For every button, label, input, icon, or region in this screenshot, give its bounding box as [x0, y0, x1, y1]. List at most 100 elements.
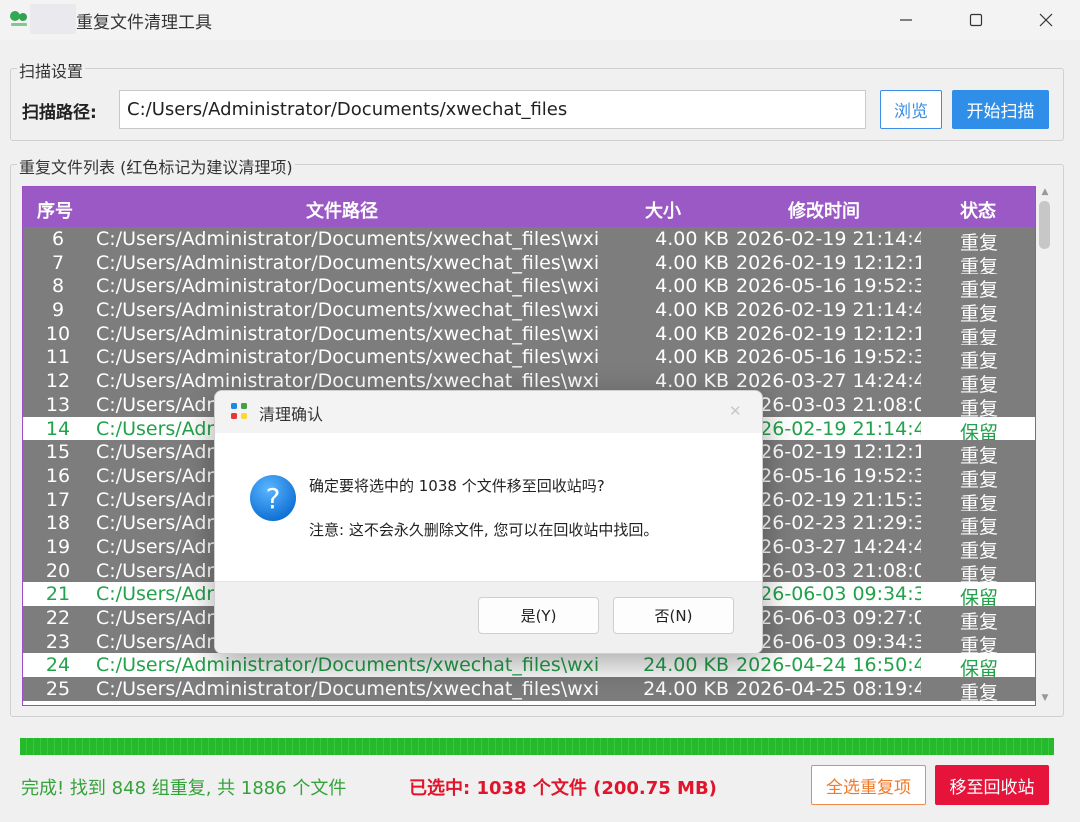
- row-path: C:/Users/Administrator/Documents/xwechat…: [96, 251, 600, 274]
- row-status: 重复: [959, 397, 998, 417]
- row-modified-time: 2026-04-25 08:19:41: [736, 678, 921, 701]
- minimize-button[interactable]: [871, 0, 941, 40]
- row-modified-time: 2026-02-19 21:14:48: [736, 228, 921, 250]
- row-index: 21: [45, 583, 71, 606]
- row-index: 20: [45, 559, 71, 582]
- row-index: 13: [45, 393, 71, 416]
- app-logo-icon: [10, 11, 27, 26]
- scan-path-input[interactable]: [119, 90, 866, 129]
- row-index: 16: [45, 464, 71, 487]
- row-status: 重复: [959, 682, 998, 701]
- row-modified-time: 2026-02-19 12:12:15: [736, 441, 921, 464]
- row-status: 保留: [959, 658, 998, 678]
- row-modified-time: 2026-03-27 14:24:41: [736, 370, 921, 393]
- row-size: 4.00 KB: [655, 370, 729, 393]
- column-header-size[interactable]: 大小: [645, 197, 681, 223]
- scroll-down-icon[interactable]: ▼: [1040, 693, 1050, 703]
- row-size: 4.00 KB: [655, 346, 729, 369]
- file-list-title: 重复文件列表 (红色标记为建议清理项): [17, 154, 295, 178]
- question-icon: ?: [250, 475, 296, 521]
- row-path: C:/Users/Administrator/Documents/xwechat…: [96, 322, 600, 345]
- confirm-yes-button[interactable]: 是(Y): [478, 597, 599, 634]
- row-size: 4.00 KB: [655, 228, 729, 250]
- browse-button[interactable]: 浏览: [880, 90, 942, 129]
- dialog-title-bar: 清理确认 ✕: [215, 391, 762, 433]
- row-status: 重复: [959, 516, 998, 535]
- blurred-region: [30, 4, 76, 34]
- row-status: 重复: [959, 374, 998, 393]
- column-header-modified[interactable]: 修改时间: [788, 197, 860, 223]
- dialog-body: ? 确定要将选中的 1038 个文件移至回收站吗? 注意: 这不会永久删除文件,…: [215, 433, 762, 581]
- cleanup-confirm-dialog: 清理确认 ✕ ? 确定要将选中的 1038 个文件移至回收站吗? 注意: 这不会…: [214, 390, 763, 654]
- dialog-button-bar: 是(Y) 否(N): [215, 581, 762, 653]
- table-row[interactable]: 7 C:/Users/Administrator/Documents/xwecha…: [23, 250, 1035, 275]
- column-header-status[interactable]: 状态: [960, 197, 996, 223]
- close-icon: [1039, 13, 1053, 27]
- dialog-close-icon[interactable]: ✕: [729, 402, 742, 420]
- row-status: 重复: [959, 611, 998, 630]
- row-size: 4.00 KB: [655, 299, 729, 322]
- table-row[interactable]: 24 C:/Users/Administrator/Documents/xwech…: [23, 653, 1035, 678]
- row-modified-time: 2026-02-19 21:14:48: [736, 417, 921, 440]
- row-status: 重复: [959, 350, 998, 370]
- row-index: 18: [45, 512, 71, 535]
- row-path: C:/Users/Administrator/Documents/xwechat…: [96, 299, 600, 322]
- table-row[interactable]: 8 C:/Users/Administrator/Documents/xwecha…: [23, 274, 1035, 299]
- close-button[interactable]: [1011, 0, 1080, 40]
- row-status: 重复: [959, 634, 998, 654]
- confirm-no-button[interactable]: 否(N): [613, 597, 734, 634]
- row-index: 10: [45, 322, 71, 345]
- row-modified-time: 2026-06-03 09:34:30: [736, 583, 921, 606]
- maximize-button[interactable]: [941, 0, 1011, 40]
- row-path: C:/Users/Administrator/Documents/xwechat…: [96, 370, 600, 393]
- row-index: 23: [45, 630, 71, 653]
- move-to-recycle-bin-button[interactable]: 移至回收站: [935, 765, 1049, 805]
- row-index: 24: [45, 654, 71, 677]
- start-scan-button[interactable]: 开始扫描: [952, 90, 1049, 129]
- app-dots-icon: [231, 403, 247, 419]
- table-header: 序号 文件路径 大小 修改时间 状态: [23, 187, 1035, 227]
- row-modified-time: 2026-02-19 21:15:32: [736, 488, 921, 511]
- scroll-up-icon[interactable]: ▲: [1040, 187, 1050, 197]
- selection-status: 已选中: 1038 个文件 (200.75 MB): [409, 778, 717, 799]
- table-scrollbar[interactable]: ▲ ▼: [1038, 187, 1052, 705]
- table-row[interactable]: 10 C:/Users/Administrator/Documents/xwech…: [23, 321, 1035, 346]
- row-index: 22: [45, 607, 71, 629]
- row-status: 保留: [959, 421, 998, 441]
- table-row[interactable]: 25 C:/Users/Administrator/Documents/xwech…: [23, 677, 1035, 701]
- row-status: 重复: [959, 539, 998, 559]
- row-index: 9: [51, 299, 65, 322]
- table-row[interactable]: 11 C:/Users/Administrator/Documents/xwech…: [23, 345, 1035, 370]
- row-index: 7: [51, 251, 65, 274]
- row-modified-time: 2026-03-27 14:24:41: [736, 535, 921, 558]
- table-row[interactable]: 9 C:/Users/Administrator/Documents/xwecha…: [23, 298, 1035, 322]
- column-header-index[interactable]: 序号: [37, 197, 73, 223]
- row-modified-time: 2026-06-03 09:27:05: [736, 607, 921, 629]
- row-status: 重复: [959, 326, 998, 346]
- dialog-note: 注意: 这不会永久删除文件, 您可以在回收站中找回。: [309, 521, 659, 539]
- row-path: C:/Users/Administrator/Documents/xwechat…: [96, 275, 600, 298]
- row-size: 4.00 KB: [655, 251, 729, 274]
- row-path: C:/Users/Administrator/Documents/xwechat…: [96, 228, 600, 250]
- row-modified-time: 2026-06-03 09:34:30: [736, 630, 921, 653]
- row-modified-time: 2026-05-16 19:52:30: [736, 275, 921, 298]
- svg-text:?: ?: [266, 482, 281, 515]
- row-status: 重复: [959, 468, 998, 488]
- row-path: C:/Users/Administrator/Documents/xwechat…: [96, 654, 600, 677]
- row-index: 25: [45, 678, 71, 701]
- row-status: 重复: [959, 232, 998, 251]
- select-all-duplicates-button[interactable]: 全选重复项: [811, 765, 926, 805]
- row-size: 4.00 KB: [655, 275, 729, 298]
- table-row[interactable]: 6 C:/Users/Administrator/Documents/xwecha…: [23, 227, 1035, 251]
- row-index: 6: [51, 228, 65, 250]
- scroll-thumb[interactable]: [1039, 201, 1050, 249]
- row-index: 12: [45, 370, 71, 393]
- row-modified-time: 2026-03-03 21:08:05: [736, 559, 921, 582]
- row-modified-time: 2026-03-03 21:08:05: [736, 393, 921, 416]
- row-modified-time: 2026-02-19 21:14:48: [736, 299, 921, 322]
- row-modified-time: 2026-02-19 12:12:15: [736, 322, 921, 345]
- row-size: 24.00 KB: [643, 678, 729, 701]
- row-modified-time: 2026-05-16 19:52:30: [736, 464, 921, 487]
- column-header-path[interactable]: 文件路径: [306, 197, 378, 223]
- row-modified-time: 2026-02-19 12:12:15: [736, 251, 921, 274]
